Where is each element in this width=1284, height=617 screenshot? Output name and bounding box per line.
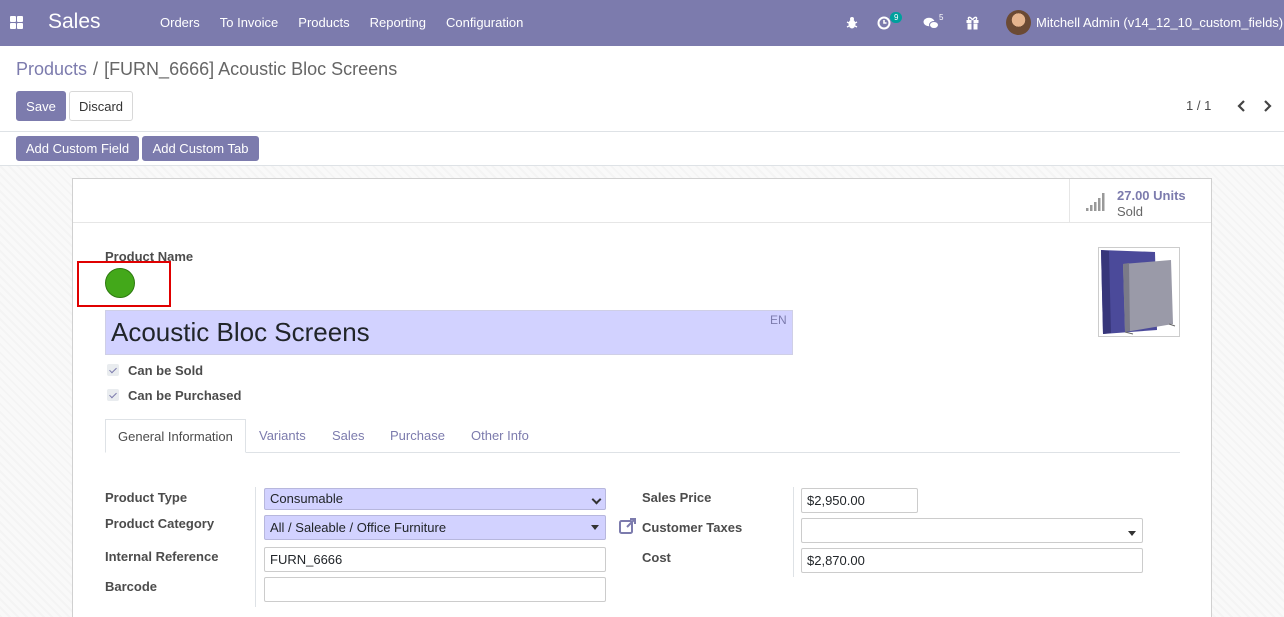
acoustic-screen-image	[1101, 250, 1176, 335]
product-category-value: All / Saleable / Office Furniture	[270, 520, 447, 535]
left-column-divider	[255, 487, 256, 607]
tab-sales[interactable]: Sales	[332, 419, 365, 453]
units-sold-label: Sold	[1117, 204, 1144, 219]
save-button[interactable]: Save	[16, 91, 66, 121]
messages-count-badge: 5	[939, 12, 944, 22]
add-custom-tab-button[interactable]: Add Custom Tab	[142, 136, 259, 161]
form-sheet: 27.00 Units Sold Product Name Acoustic B…	[72, 178, 1212, 617]
pager-previous-icon[interactable]	[1234, 98, 1248, 114]
tab-purchase[interactable]: Purchase	[390, 419, 445, 453]
can-be-sold-checkbox[interactable]	[107, 364, 119, 376]
barcode-input[interactable]	[264, 577, 606, 602]
messaging-menu[interactable]: 5	[923, 0, 947, 46]
discard-button[interactable]: Discard	[69, 91, 133, 121]
smart-button-box: 27.00 Units Sold	[73, 179, 1211, 223]
gift-icon[interactable]	[965, 0, 980, 46]
tab-general-information[interactable]: General Information	[105, 419, 246, 453]
internal-reference-label: Internal Reference	[105, 549, 219, 564]
customer-taxes-label: Customer Taxes	[642, 520, 743, 535]
pager-value[interactable]: 1 / 1	[1186, 98, 1211, 113]
top-navbar: Sales Orders To Invoice Products Reporti…	[0, 0, 1284, 46]
dropdown-caret-icon	[591, 525, 599, 530]
menu-orders[interactable]: Orders	[160, 15, 200, 30]
breadcrumb-separator: /	[93, 59, 99, 79]
form-tabs: General Information Variants Sales Purch…	[105, 419, 1180, 453]
breadcrumb-products-link[interactable]: Products	[16, 59, 87, 79]
product-type-value: Consumable	[270, 491, 343, 506]
tab-other-info[interactable]: Other Info	[471, 419, 529, 453]
product-category-label: Product Category	[105, 516, 215, 531]
breadcrumb-current: [FURN_6666] Acoustic Bloc Screens	[104, 59, 398, 79]
status-color-indicator[interactable]	[105, 268, 135, 298]
can-be-sold-label: Can be Sold	[128, 363, 204, 378]
product-type-label: Product Type	[105, 490, 188, 505]
user-menu-label[interactable]: Mitchell Admin (v14_12_10_custom_fields)	[1036, 15, 1283, 30]
main-menu: Orders To Invoice Products Reporting Con…	[160, 15, 543, 30]
breadcrumb: Products / [FURN_6666] Acoustic Bloc Scree…	[16, 59, 397, 80]
activity-count-badge: 9	[890, 11, 903, 23]
translate-lang-tag[interactable]: EN	[770, 313, 787, 327]
can-be-purchased-label: Can be Purchased	[128, 388, 242, 403]
product-category-select[interactable]: All / Saleable / Office Furniture	[264, 515, 606, 540]
product-image[interactable]	[1098, 247, 1180, 337]
activity-menu[interactable]: 9	[877, 0, 904, 46]
product-name-input[interactable]: Acoustic Bloc Screens	[105, 310, 793, 355]
menu-configuration[interactable]: Configuration	[446, 15, 523, 30]
chevron-down-icon	[591, 494, 602, 505]
menu-products[interactable]: Products	[298, 15, 349, 30]
can-be-purchased-checkbox[interactable]	[107, 389, 119, 401]
external-link-icon[interactable]	[618, 516, 638, 536]
customer-taxes-input[interactable]	[801, 518, 1143, 543]
menu-reporting[interactable]: Reporting	[370, 15, 426, 30]
tab-variants[interactable]: Variants	[259, 419, 306, 453]
internal-reference-input[interactable]: FURN_6666	[264, 547, 606, 572]
debug-icon[interactable]	[845, 0, 859, 46]
control-panel-divider	[0, 131, 1284, 132]
barcode-label: Barcode	[105, 579, 158, 594]
cost-input[interactable]: $2,870.00	[801, 548, 1143, 573]
app-name[interactable]: Sales	[48, 10, 101, 34]
add-custom-field-button[interactable]: Add Custom Field	[16, 136, 139, 161]
user-avatar[interactable]	[1006, 10, 1031, 35]
dropdown-caret-icon	[1128, 531, 1136, 536]
units-sold-value: 27.00 Units	[1117, 188, 1186, 203]
product-type-select[interactable]: Consumable	[264, 488, 606, 510]
units-sold-stat-button[interactable]: 27.00 Units Sold	[1069, 179, 1211, 222]
menu-to-invoice[interactable]: To Invoice	[220, 15, 279, 30]
pager-next-icon[interactable]	[1261, 98, 1275, 114]
cost-label: Cost	[642, 550, 671, 565]
sales-price-input[interactable]: $2,950.00	[801, 488, 918, 513]
signal-chart-icon	[1086, 193, 1105, 211]
right-column-divider	[793, 487, 794, 577]
apps-menu-icon[interactable]	[10, 16, 23, 29]
sales-price-label: Sales Price	[642, 490, 712, 505]
